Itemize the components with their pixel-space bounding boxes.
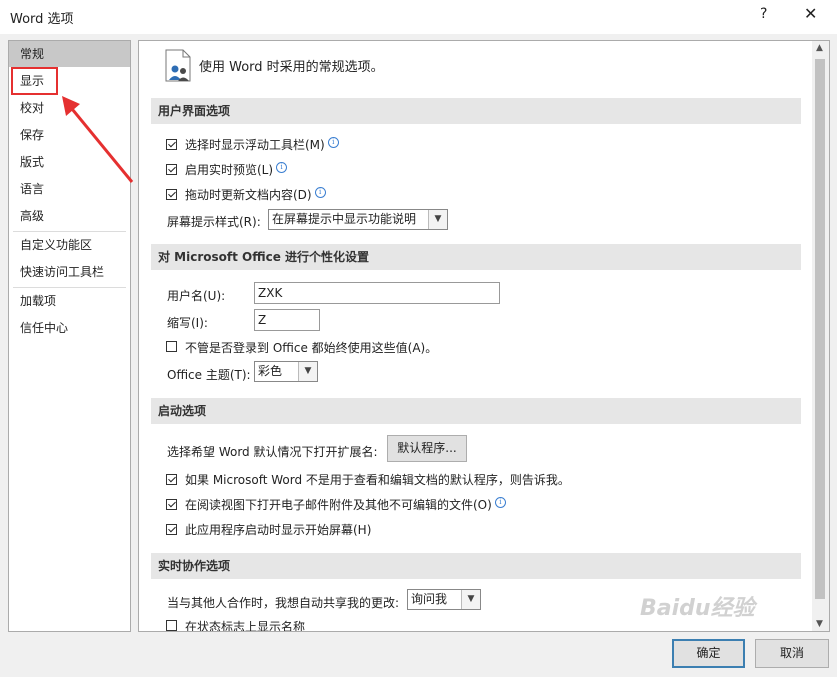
mini-toolbar-row: 选择时显示浮动工具栏(M) i <box>185 136 339 153</box>
drag-update-label: 拖动时更新文档内容(D) <box>185 188 312 202</box>
drag-update-row: 拖动时更新文档内容(D) i <box>185 186 326 203</box>
share-label: 当与其他人合作时，我想自动共享我的更改: <box>167 596 400 610</box>
username-label: 用户名(U): <box>167 289 226 303</box>
default-programs-button[interactable]: 默认程序... <box>387 435 467 462</box>
always-use-checkbox[interactable] <box>166 341 177 352</box>
cancel-button[interactable]: 取消 <box>755 639 829 668</box>
theme-label: Office 主题(T): <box>167 368 251 382</box>
ok-button[interactable]: 确定 <box>672 639 745 668</box>
sidebar-item-advanced[interactable]: 高级 <box>9 203 130 229</box>
info-icon[interactable]: i <box>494 497 506 508</box>
sidebar-item-general[interactable]: 常规 <box>9 41 130 67</box>
show-start-checkbox[interactable] <box>166 524 177 535</box>
initials-label: 缩写(I): <box>167 316 208 330</box>
info-icon[interactable]: i <box>327 137 339 148</box>
open-reading-checkbox[interactable] <box>166 499 177 510</box>
scroll-up-icon[interactable]: ▲ <box>816 43 823 53</box>
window-title: Word 选项 <box>10 12 74 27</box>
always-use-label: 不管是否登录到 Office 都始终使用这些值(A)。 <box>185 341 438 355</box>
chevron-down-icon: ▼ <box>461 590 480 609</box>
mini-toolbar-label: 选择时显示浮动工具栏(M) <box>185 138 325 152</box>
drag-update-checkbox[interactable] <box>166 189 177 200</box>
annotation-arrow-icon <box>62 96 134 183</box>
username-input[interactable]: ZXK <box>254 282 500 304</box>
open-reading-row: 在阅读视图下打开电子邮件附件及其他不可编辑的文件(O) i <box>185 496 506 513</box>
annotation-highlight-box <box>11 67 58 95</box>
options-panel: 使用 Word 时采用的常规选项。 用户界面选项 选择时显示浮动工具栏(M) i … <box>138 40 830 632</box>
screentip-label: 屏幕提示样式(R): <box>167 215 261 229</box>
vertical-scrollbar[interactable]: ▲ ▼ <box>812 41 829 631</box>
initials-input[interactable]: Z <box>254 309 320 331</box>
chevron-down-icon: ▼ <box>298 362 317 381</box>
sidebar-item-customize-ribbon[interactable]: 自定义功能区 <box>9 232 130 258</box>
section-personalize: 对 Microsoft Office 进行个性化设置 <box>151 244 801 270</box>
live-preview-checkbox[interactable] <box>166 164 177 175</box>
open-reading-label: 在阅读视图下打开电子邮件附件及其他不可编辑的文件(O) <box>185 498 492 512</box>
sidebar-item-trust-center[interactable]: 信任中心 <box>9 315 130 341</box>
help-button[interactable]: ? <box>760 6 767 22</box>
panel-header: 使用 Word 时采用的常规选项。 <box>199 60 384 75</box>
share-value: 询问我 <box>411 592 448 606</box>
mini-toolbar-checkbox[interactable] <box>166 139 177 150</box>
section-ui-options: 用户界面选项 <box>151 98 801 124</box>
screentip-select[interactable]: 在屏幕提示中显示功能说明 ▼ <box>268 209 448 230</box>
live-preview-label: 启用实时预览(L) <box>185 163 274 177</box>
theme-value: 彩色 <box>258 364 283 378</box>
title-bar: Word 选项 ? ✕ <box>0 0 837 34</box>
sidebar-item-addins[interactable]: 加载项 <box>9 288 130 314</box>
show-names-label: 在状态标志上显示名称 <box>185 620 306 632</box>
close-button[interactable]: ✕ <box>804 4 817 23</box>
tell-me-label: 如果 Microsoft Word 不是用于查看和编辑文档的默认程序，则告诉我。 <box>185 473 570 487</box>
section-collab: 实时协作选项 <box>151 553 801 579</box>
scrollbar-thumb[interactable] <box>815 59 825 599</box>
watermark-logo: Baidu经验 <box>640 596 755 621</box>
scroll-down-icon[interactable]: ▼ <box>816 619 823 629</box>
tell-me-checkbox[interactable] <box>166 474 177 485</box>
screentip-value: 在屏幕提示中显示功能说明 <box>272 212 417 226</box>
show-start-label: 此应用程序启动时显示开始屏幕(H) <box>185 523 372 537</box>
sidebar-item-quick-access[interactable]: 快速访问工具栏 <box>9 259 130 285</box>
info-icon[interactable]: i <box>276 162 288 173</box>
general-options-icon <box>165 49 191 82</box>
live-preview-row: 启用实时预览(L) i <box>185 161 288 178</box>
share-select[interactable]: 询问我 ▼ <box>407 589 481 610</box>
section-startup: 启动选项 <box>151 398 801 424</box>
default-ext-label: 选择希望 Word 默认情况下打开扩展名: <box>167 445 378 459</box>
theme-select[interactable]: 彩色 ▼ <box>254 361 318 382</box>
show-names-checkbox[interactable] <box>166 620 177 631</box>
info-icon[interactable]: i <box>314 187 326 198</box>
chevron-down-icon: ▼ <box>428 210 447 229</box>
